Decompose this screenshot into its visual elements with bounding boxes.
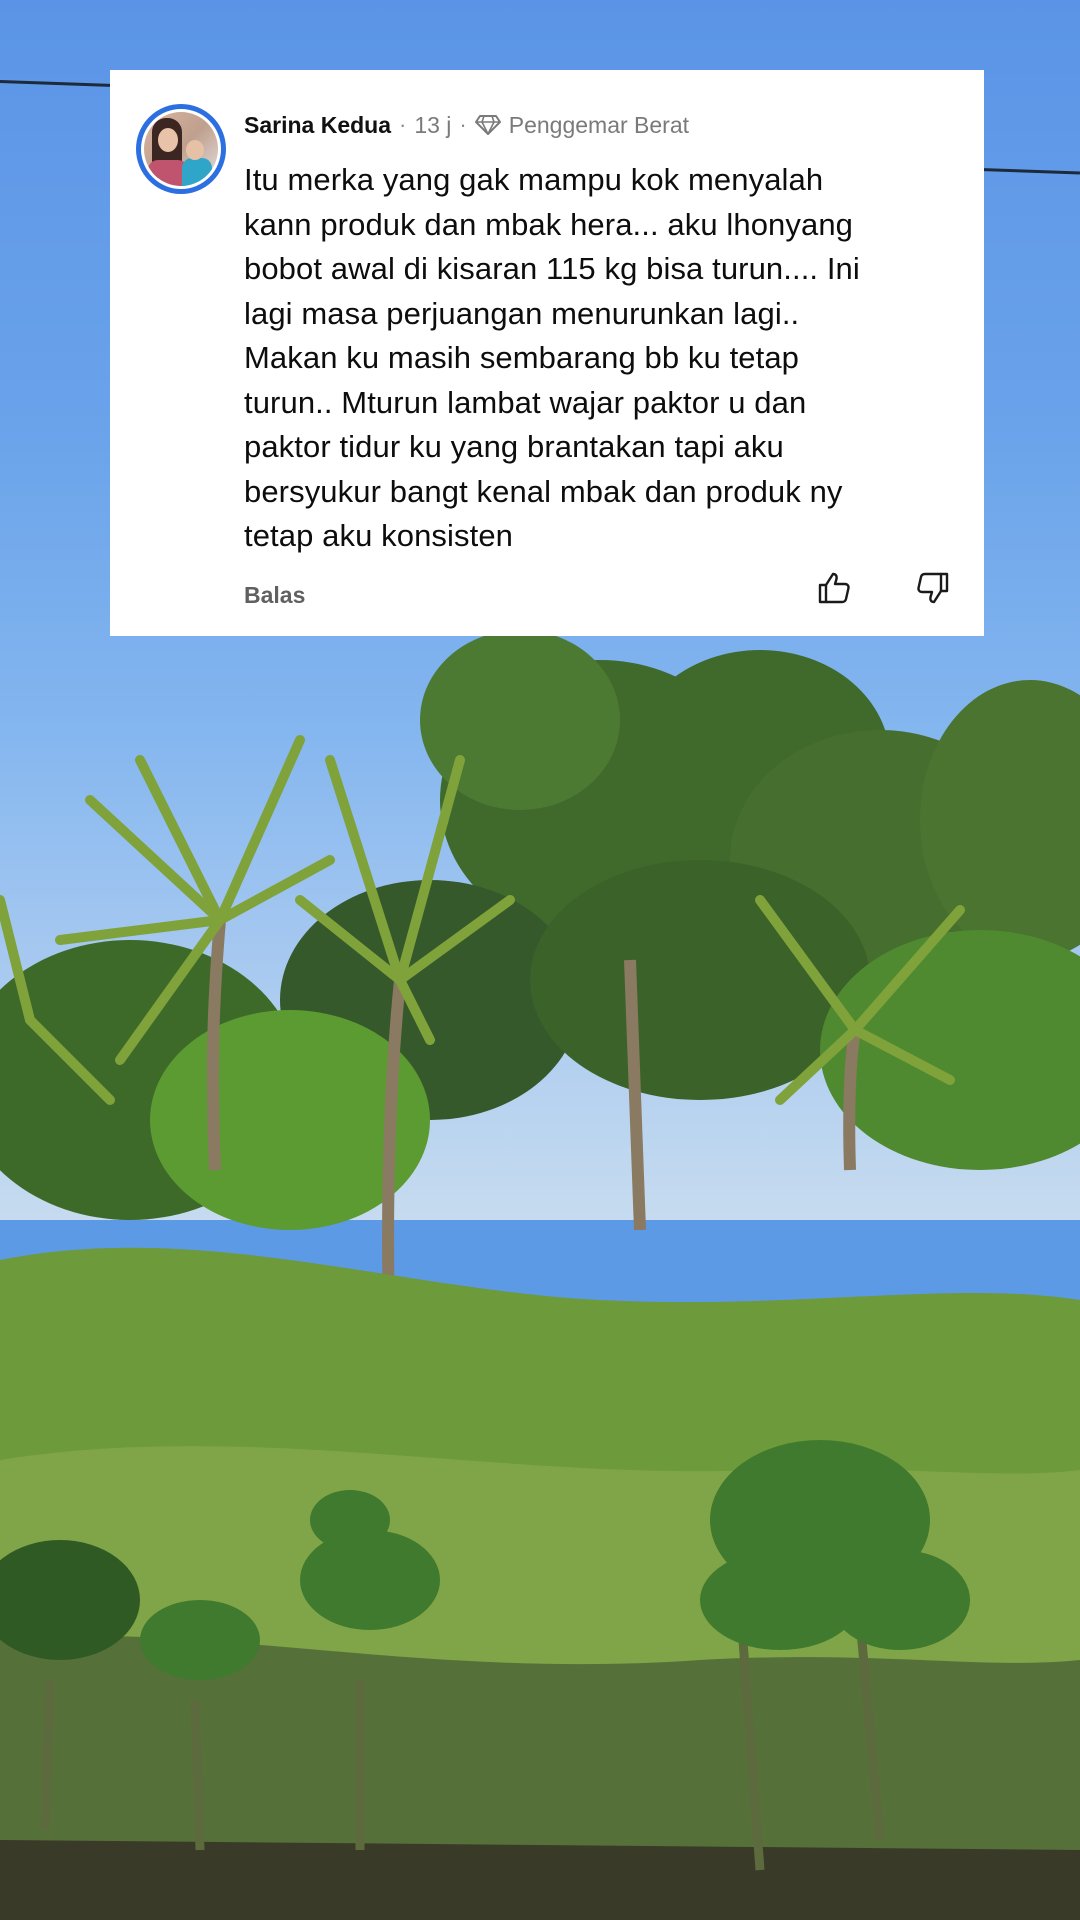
comment-meta: Sarina Kedua · 13 j · Penggemar Berat — [244, 110, 689, 140]
reply-button[interactable]: Balas — [244, 582, 305, 609]
avatar-photo — [144, 112, 218, 186]
thumbs-down-icon — [917, 572, 949, 604]
meta-separator: · — [459, 112, 467, 137]
meta-separator: · — [399, 112, 407, 137]
author-name[interactable]: Sarina Kedua — [244, 112, 391, 139]
diamond-icon — [474, 114, 501, 136]
comment-text: Itu merka yang gak mampu kok menyalah ka… — [244, 162, 860, 553]
fan-badge: Penggemar Berat — [508, 111, 690, 138]
comment-time: 13 j — [414, 111, 452, 138]
comment-card: Sarina Kedua · 13 j · Penggemar Berat It… — [110, 70, 984, 636]
thumbs-up-icon — [818, 572, 850, 604]
dislike-button[interactable] — [913, 568, 953, 608]
like-button[interactable] — [814, 568, 854, 608]
avatar[interactable] — [136, 104, 226, 194]
